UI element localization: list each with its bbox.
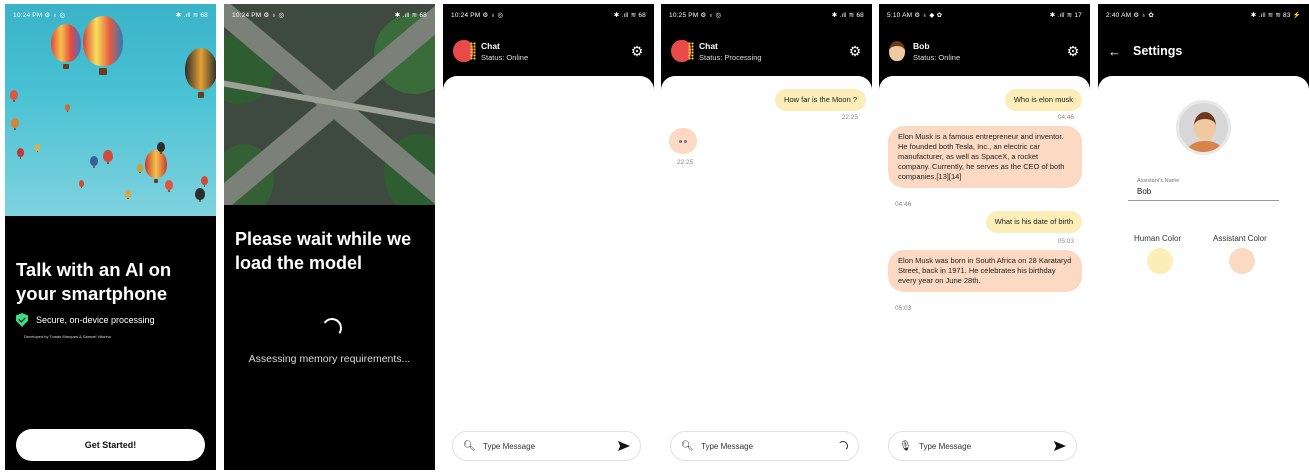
settings-header: ← Settings	[1098, 26, 1309, 76]
status-icons: ✱ .ıll ≋ 68	[831, 12, 864, 19]
brain-icon	[453, 40, 476, 62]
assistant-color-swatch[interactable]	[1229, 248, 1255, 274]
status-icons: ✱ .ıll ≋ ≋ 83 ⚡	[1250, 12, 1301, 19]
settings-screen: 2:40 AM ⚙ ♁ ✿ ✱ .ıll ≋ ≋ 83 ⚡ ← Settings…	[1098, 4, 1309, 470]
developer-credit: Developed by Tomás Marques & Samuel Vito…	[24, 334, 112, 339]
field-underline	[1128, 200, 1279, 201]
status-bar: 10:25 PM ⚙ ♁ ◎ ✱ .ıll ≋ 68	[661, 4, 872, 26]
human-message: What is his date of birth	[985, 211, 1082, 233]
shield-check-icon	[16, 313, 28, 327]
gear-icon[interactable]: ⚙	[1066, 44, 1080, 58]
settings-body: Assistant's Name Bob Human Color Assista…	[1098, 76, 1309, 470]
human-message: Who is elon musk	[1004, 89, 1082, 111]
message-time: 22:25	[841, 114, 858, 121]
assistant-name: Bob	[913, 40, 930, 51]
search-icon: 🔍︎	[681, 440, 694, 452]
assistant-name: Chat	[699, 40, 718, 51]
status-icons: ✱ .ıll ≋ 17	[1049, 12, 1082, 19]
chat-header: Chat Status: Processing ⚙	[661, 26, 872, 76]
status-time: 2:40 AM ⚙ ♁ ✿	[1106, 12, 1155, 19]
typing-indicator	[669, 128, 697, 154]
status-time: 10:24 PM ⚙ ♁ ◎	[232, 12, 285, 19]
human-message: How far is the Moon ?	[775, 89, 866, 111]
chat-header: Chat Status: Online ⚙	[443, 26, 654, 76]
microphone-icon[interactable]: 🎙︎	[899, 441, 912, 452]
search-icon: 🔍︎	[463, 440, 476, 452]
status-bar: 2:40 AM ⚙ ♁ ✿ ✱ .ıll ≋ ≋ 83 ⚡	[1098, 4, 1309, 26]
secure-row: Secure, on-device processing	[16, 313, 155, 327]
assistant-name: Chat	[481, 40, 500, 51]
status-time: 10:24 PM ⚙ ♁ ◎	[451, 12, 504, 19]
page-title: Settings	[1133, 44, 1183, 58]
message-input-bar: 🔍︎	[452, 431, 641, 461]
welcome-screen: 10:24 PM ⚙ ♁ ◎ ✱ .ıll ≋ 68 Talk with an …	[5, 4, 216, 470]
sending-spinner-icon	[838, 441, 848, 451]
message-time: 05:03	[1057, 238, 1074, 245]
human-color-swatch[interactable]	[1147, 248, 1173, 274]
gear-icon[interactable]: ⚙	[630, 44, 644, 58]
status-bar: 10:24 PM ⚙ ♁ ◎ ✱ .ıll ≋ 68	[224, 4, 435, 26]
send-icon[interactable]	[618, 441, 630, 451]
chat-empty-screen: 10:24 PM ⚙ ♁ ◎ ✱ .ıll ≋ 68 Chat Status: …	[443, 4, 654, 470]
message-time: 04:46	[1057, 114, 1074, 121]
hot-air-balloons-image	[5, 4, 216, 216]
status-time: 10:25 PM ⚙ ♁ ◎	[669, 12, 722, 19]
secure-label: Secure, on-device processing	[36, 315, 155, 325]
chat-body: How far is the Moon ? 22:25 22:25 🔍︎	[661, 76, 872, 470]
message-input-bar: 🔍︎	[670, 431, 859, 461]
loading-spinner	[320, 316, 344, 340]
assistant-message: Elon Musk was born in South Africa on 28…	[888, 250, 1082, 292]
assistant-status: Status: Online	[481, 52, 529, 62]
status-bar: 10:24 PM ⚙ ♁ ◎ ✱ .ıll ≋ 68	[5, 4, 216, 26]
message-input[interactable]	[701, 441, 838, 451]
loading-progress-text: Assessing memory requirements...	[248, 353, 411, 365]
chat-body: 🔍︎	[443, 76, 654, 470]
assistant-color-label: Assistant Color	[1213, 234, 1267, 243]
welcome-title: Talk with an AI on your smartphone	[16, 259, 172, 304]
message-time: 22:25	[677, 159, 694, 166]
chat-body: Who is elon musk 04:46 Elon Musk is a fa…	[879, 76, 1090, 470]
assistant-status: Status: Processing	[699, 52, 762, 62]
loading-title: Please wait while we load the model	[235, 229, 412, 273]
message-input[interactable]	[483, 441, 618, 451]
message-input[interactable]	[919, 441, 1054, 451]
status-icons: ✱ .ıll ≋ 68	[175, 12, 208, 19]
gear-icon[interactable]: ⚙	[848, 44, 862, 58]
status-bar: 10:24 PM ⚙ ♁ ◎ ✱ .ıll ≋ 68	[443, 4, 654, 26]
message-input-bar: 🎙︎	[888, 431, 1077, 461]
assistant-avatar[interactable]	[1176, 100, 1231, 155]
chat-processing-screen: 10:25 PM ⚙ ♁ ◎ ✱ .ıll ≋ 68 Chat Status: …	[661, 4, 872, 470]
get-started-button[interactable]: Get Started!	[16, 429, 205, 461]
message-time: 04:46	[895, 201, 912, 208]
status-icons: ✱ .ıll ≋ 68	[394, 12, 427, 19]
status-bar: 5:10 AM ⚙ ♁ ◆ ✿ ✱ .ıll ≋ 17	[879, 4, 1090, 26]
send-icon[interactable]	[1054, 441, 1066, 451]
human-color-label: Human Color	[1134, 234, 1182, 243]
assistant-message: Elon Musk is a famous entrepreneur and i…	[888, 126, 1082, 188]
message-time: 05:03	[895, 305, 912, 312]
assistant-name-label: Assistant's Name	[1137, 178, 1180, 184]
assistant-status: Status: Online	[913, 52, 961, 62]
status-time: 10:24 PM ⚙ ♁ ◎	[13, 12, 66, 19]
status-icons: ✱ .ıll ≋ 68	[613, 12, 646, 19]
back-arrow-icon[interactable]: ←	[1108, 44, 1121, 59]
brain-icon	[671, 40, 694, 62]
assistant-name-field[interactable]: Bob	[1137, 187, 1151, 196]
status-time: 5:10 AM ⚙ ♁ ◆ ✿	[887, 12, 943, 19]
loading-screen: 10:24 PM ⚙ ♁ ◎ ✱ .ıll ≋ 68 Please wait w…	[224, 4, 435, 470]
bob-avatar	[889, 41, 905, 61]
highway-interchange-image	[224, 4, 435, 205]
chat-bob-screen: 5:10 AM ⚙ ♁ ◆ ✿ ✱ .ıll ≋ 17 Bob Status: …	[879, 4, 1090, 470]
chat-header: Bob Status: Online ⚙	[879, 26, 1090, 76]
